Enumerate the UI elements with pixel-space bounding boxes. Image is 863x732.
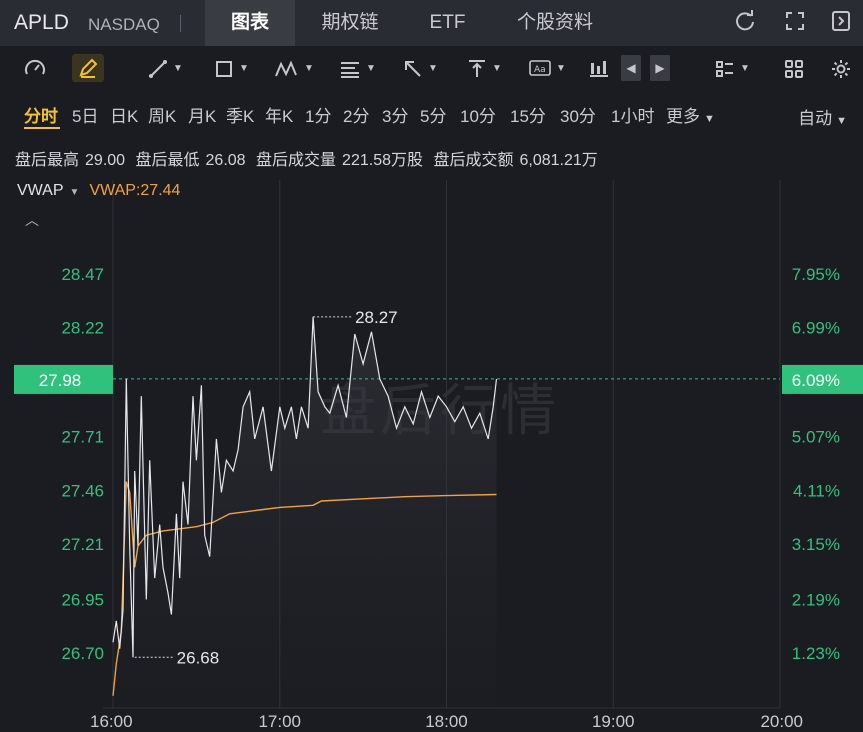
current-pct-text: 6.09% [792,371,840,390]
y-tick-label-right: 2.19% [792,590,840,609]
y-tick-label-right: 3.15% [792,535,840,554]
y-tick-label-right: 6.99% [792,319,840,338]
y-tick-label-left: 27.71 [61,428,104,447]
x-tick-label: 17:00 [258,712,301,731]
price-chart[interactable]: 16:0017:0018:0019:0020:00盘后行情28.477.95%2… [0,0,863,732]
y-tick-label-left: 28.47 [61,265,104,284]
chevron-down-icon[interactable]: ▼ [70,187,80,198]
x-tick-label: 18:00 [425,712,468,731]
annotation-label: 26.68 [177,648,220,667]
y-tick-label-left: 26.70 [61,644,104,663]
current-price-text: 27.98 [39,371,82,390]
y-tick-label-left: 27.46 [61,481,104,500]
y-tick-label-left: 26.95 [61,590,104,609]
x-tick-label: 19:00 [592,712,635,731]
y-tick-label-right: 4.11% [793,481,840,500]
indicator-legend: VWAP ▼ VWAP:27.44 [17,182,180,200]
y-tick-label-right: 7.95% [792,265,840,284]
y-tick-label-left: 27.21 [61,535,104,554]
indicator-name[interactable]: VWAP [17,182,64,199]
x-tick-label: 16:00 [90,712,133,731]
indicator-value: VWAP:27.44 [89,182,181,199]
chevron-up-icon[interactable]: ︿ [25,210,39,230]
y-tick-label-right: 5.07% [792,428,840,447]
y-tick-label-left: 28.22 [61,319,104,338]
price-area-fill [113,316,497,708]
annotation-label: 28.27 [355,308,398,327]
x-tick-label: 20:00 [760,712,803,731]
y-tick-label-right: 1.23% [792,644,840,663]
